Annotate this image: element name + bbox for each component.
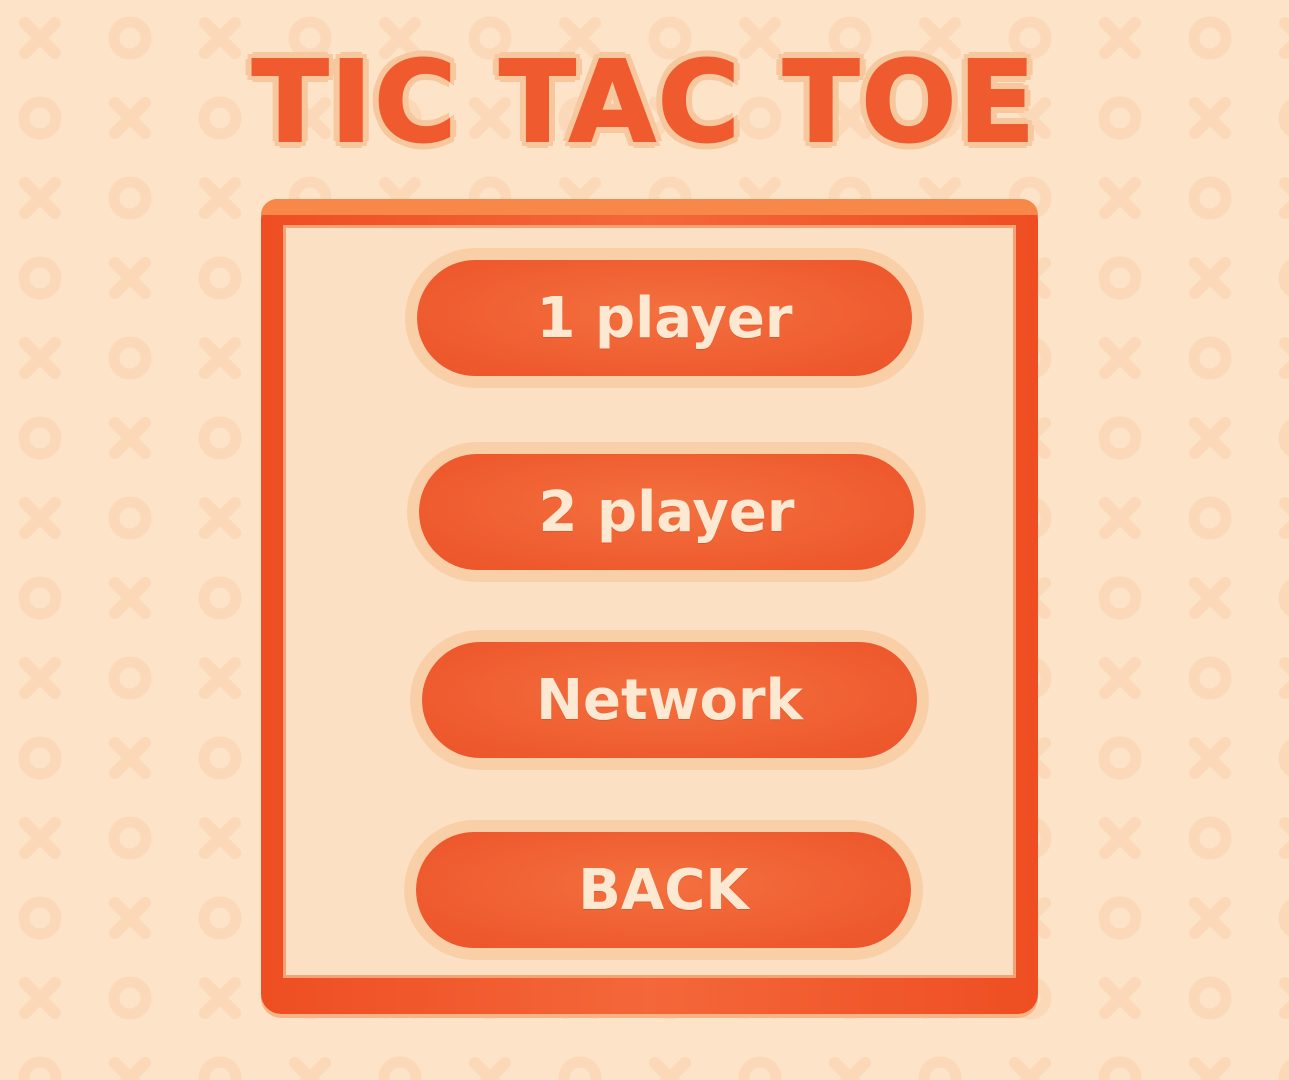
o-icon [738, 1056, 782, 1080]
o-icon [108, 816, 152, 860]
o-icon [198, 256, 242, 300]
x-icon [1099, 497, 1141, 539]
o-icon [1098, 256, 1142, 300]
o-icon [198, 1056, 242, 1080]
x-icon [19, 337, 61, 379]
o-icon [198, 736, 242, 780]
o-icon [198, 416, 242, 460]
panel-top-edge [261, 199, 1038, 215]
x-icon [829, 1057, 871, 1080]
o-icon [1098, 576, 1142, 620]
o-icon [18, 736, 62, 780]
o-icon [18, 256, 62, 300]
menu-panel-inner: 1 player 2 player Network BACK [283, 225, 1016, 978]
o-icon [1098, 736, 1142, 780]
menu-panel: 1 player 2 player Network BACK [261, 199, 1038, 1014]
o-icon [1188, 976, 1232, 1020]
o-icon [1278, 259, 1289, 297]
back-button[interactable]: BACK [416, 832, 911, 948]
o-icon [108, 336, 152, 380]
x-icon [19, 977, 61, 1019]
x-icon [199, 977, 241, 1019]
o-icon [918, 1056, 962, 1080]
x-icon [1189, 257, 1231, 299]
x-icon [109, 577, 151, 619]
x-icon [1279, 337, 1289, 379]
o-icon [1098, 416, 1142, 460]
o-icon [18, 416, 62, 460]
o-icon [108, 656, 152, 700]
o-icon [1188, 816, 1232, 860]
x-icon [1189, 1057, 1231, 1080]
x-icon [1099, 337, 1141, 379]
o-icon [198, 896, 242, 940]
x-icon [109, 1057, 151, 1080]
x-icon [199, 817, 241, 859]
o-icon [1278, 899, 1289, 937]
x-icon [1189, 897, 1231, 939]
x-icon [109, 417, 151, 459]
x-icon [649, 1057, 691, 1080]
o-icon [108, 496, 152, 540]
o-icon [18, 896, 62, 940]
x-icon [1099, 817, 1141, 859]
x-icon [289, 1057, 331, 1080]
o-icon [198, 576, 242, 620]
o-icon [1188, 336, 1232, 380]
game-title: TIC TAC TOE [251, 38, 1037, 168]
x-icon [1099, 977, 1141, 1019]
one-player-button[interactable]: 1 player [417, 260, 912, 376]
o-icon [1098, 1056, 1142, 1080]
network-button[interactable]: Network [422, 642, 917, 758]
o-icon [1278, 739, 1289, 777]
two-player-button[interactable]: 2 player [419, 454, 914, 570]
o-icon [1278, 1059, 1289, 1080]
x-icon [199, 657, 241, 699]
x-icon [199, 337, 241, 379]
x-icon [1189, 577, 1231, 619]
o-icon [378, 1056, 422, 1080]
o-icon [558, 1056, 602, 1080]
o-icon [108, 976, 152, 1020]
x-icon [19, 657, 61, 699]
x-icon [109, 897, 151, 939]
x-icon [199, 177, 241, 219]
x-icon [1279, 497, 1289, 539]
x-icon [1009, 1057, 1051, 1080]
x-icon [1189, 417, 1231, 459]
x-icon [19, 177, 61, 219]
o-icon [1188, 176, 1232, 220]
o-icon [1098, 896, 1142, 940]
x-icon [19, 497, 61, 539]
o-icon [18, 576, 62, 620]
o-icon [1278, 579, 1289, 617]
o-icon [1278, 419, 1289, 457]
o-icon [18, 1056, 62, 1080]
x-icon [1099, 657, 1141, 699]
x-icon [199, 497, 241, 539]
x-icon [1189, 737, 1231, 779]
o-icon [108, 176, 152, 220]
x-icon [19, 817, 61, 859]
x-icon [1279, 177, 1289, 219]
x-icon [469, 1057, 511, 1080]
x-icon [1279, 977, 1289, 1019]
o-icon [1188, 496, 1232, 540]
x-icon [1279, 657, 1289, 699]
o-icon [1188, 656, 1232, 700]
x-icon [109, 257, 151, 299]
x-icon [1279, 817, 1289, 859]
x-icon [1099, 177, 1141, 219]
x-icon [109, 737, 151, 779]
